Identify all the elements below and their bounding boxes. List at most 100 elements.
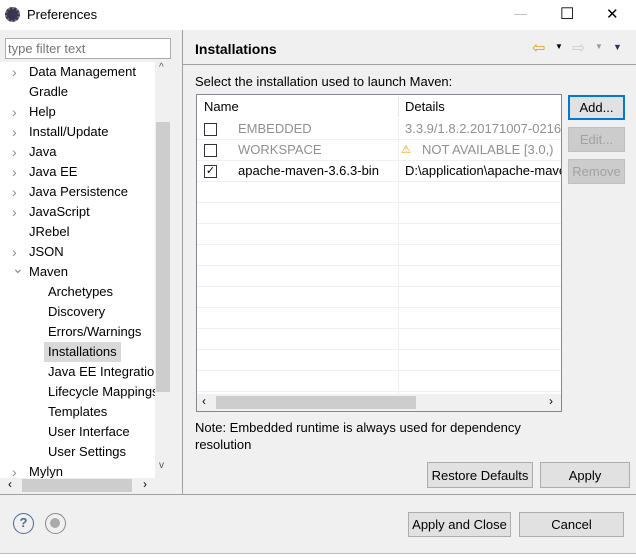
- chevron-right-icon[interactable]: ›: [12, 62, 17, 82]
- tree-item[interactable]: › Install/Update: [12, 122, 109, 142]
- warning-icon: ⚠: [401, 144, 411, 156]
- maximize-button[interactable]: ☐: [560, 4, 574, 24]
- embedded-note: Note: Embedded runtime is always used fo…: [195, 420, 521, 452]
- tree-item-label: Templates: [48, 404, 108, 419]
- tree-item[interactable]: Discovery: [48, 302, 105, 322]
- table-horizontal-scrollbar[interactable]: ‹ ›: [197, 394, 561, 411]
- scrollbar-thumb[interactable]: [156, 122, 170, 392]
- installation-details: 3.3.9/1.8.2.20171007-0216: [405, 121, 562, 136]
- oomph-record-icon[interactable]: [45, 513, 66, 534]
- forward-dropdown-icon[interactable]: ▼: [595, 42, 603, 51]
- tree-item-label: JSON: [29, 244, 64, 259]
- empty-row: [197, 245, 561, 266]
- forward-arrow-icon[interactable]: ⇨: [572, 38, 585, 58]
- tree-item[interactable]: Gradle: [29, 82, 68, 102]
- tree-item[interactable]: User Interface: [48, 422, 130, 442]
- window-title: Preferences: [27, 7, 98, 22]
- tree-item-label: Data Management: [29, 64, 136, 79]
- edit-button[interactable]: Edit...: [568, 127, 625, 152]
- minimize-button[interactable]: —: [514, 6, 527, 21]
- help-icon[interactable]: ?: [13, 513, 34, 534]
- close-button[interactable]: ✕: [606, 5, 619, 23]
- tree-vertical-scrollbar[interactable]: ^ v: [155, 62, 171, 478]
- tree-item-label: Errors/Warnings: [48, 324, 142, 339]
- tree-item-label: Java Persistence: [29, 184, 128, 199]
- tree-item[interactable]: › Data Management: [12, 62, 136, 82]
- row-checkbox[interactable]: [204, 123, 217, 136]
- chevron-right-icon[interactable]: ›: [12, 142, 17, 162]
- instruction-label: Select the installation used to launch M…: [195, 74, 453, 89]
- tree-item[interactable]: › Mylyn: [12, 462, 63, 478]
- tree-item[interactable]: › Help: [12, 102, 56, 122]
- tree-item-label: Java EE Integration: [48, 364, 155, 379]
- tree-horizontal-scrollbar[interactable]: ‹ ›: [0, 477, 171, 493]
- empty-row: [197, 308, 561, 329]
- tree-item-label: User Interface: [48, 424, 130, 439]
- tree-item[interactable]: Installations: [44, 342, 121, 362]
- installation-name: WORKSPACE: [238, 142, 322, 157]
- restore-defaults-button[interactable]: Restore Defaults: [427, 462, 533, 488]
- chevron-right-icon[interactable]: ›: [12, 162, 17, 182]
- tree-item[interactable]: Lifecycle Mappings: [48, 382, 155, 402]
- chevron-right-icon[interactable]: ›: [12, 202, 17, 222]
- apply-and-close-button[interactable]: Apply and Close: [408, 512, 511, 537]
- view-menu-icon[interactable]: ▼: [613, 42, 622, 52]
- header-separator: [183, 64, 636, 65]
- table-row[interactable]: ✓ apache-maven-3.6.3-bin D:\application\…: [197, 161, 561, 182]
- row-checkbox[interactable]: ✓: [204, 165, 217, 178]
- row-checkbox[interactable]: [204, 144, 217, 157]
- chevron-right-icon[interactable]: ›: [12, 102, 17, 122]
- empty-row: [197, 182, 561, 203]
- tree-item[interactable]: › JavaScript: [12, 202, 90, 222]
- tree-item[interactable]: › JSON: [12, 242, 64, 262]
- filter-input[interactable]: [5, 38, 171, 59]
- tree-item[interactable]: › Java: [12, 142, 56, 162]
- tree-item[interactable]: Java EE Integration: [48, 362, 155, 382]
- installation-details: D:\application\apache-maven: [405, 163, 562, 178]
- pane-divider[interactable]: [182, 30, 183, 494]
- cancel-button[interactable]: Cancel: [519, 512, 624, 537]
- tree-item-label: Help: [29, 104, 56, 119]
- tree-item[interactable]: User Settings: [48, 442, 126, 462]
- scrollbar-thumb[interactable]: [216, 396, 416, 409]
- table-row[interactable]: WORKSPACE ⚠ NOT AVAILABLE [3.0,): [197, 140, 561, 161]
- back-arrow-icon[interactable]: ⇦: [532, 38, 545, 58]
- tree-item[interactable]: Archetypes: [48, 282, 113, 302]
- tree-item-label: Java EE: [29, 164, 78, 179]
- chevron-right-icon[interactable]: ›: [12, 462, 17, 478]
- tree-item[interactable]: › Java Persistence: [12, 182, 128, 202]
- column-header-name[interactable]: Name: [204, 95, 239, 119]
- tree-item[interactable]: Errors/Warnings: [48, 322, 141, 342]
- installation-name: apache-maven-3.6.3-bin: [238, 163, 379, 178]
- chevron-right-icon[interactable]: ›: [12, 122, 17, 142]
- eclipse-gear-icon: [5, 7, 20, 22]
- tree-item-label: JavaScript: [29, 204, 90, 219]
- tree-item[interactable]: ⌄ Maven: [12, 260, 69, 282]
- empty-row: [197, 371, 561, 392]
- tree-item-label: Installations: [48, 344, 117, 359]
- chevron-right-icon[interactable]: ›: [12, 182, 17, 202]
- tree-item-label: Archetypes: [48, 284, 114, 299]
- empty-row: [197, 266, 561, 287]
- add-button[interactable]: Add...: [568, 95, 625, 120]
- tree-item-label: JRebel: [29, 224, 70, 239]
- tree-item-label: Maven: [29, 264, 69, 279]
- tree-item-label: Gradle: [29, 84, 69, 99]
- tree-item-label: Lifecycle Mappings: [48, 384, 155, 399]
- apply-button[interactable]: Apply: [540, 462, 630, 488]
- tree-item[interactable]: › Java EE: [12, 162, 78, 182]
- empty-row: [197, 287, 561, 308]
- tree-item[interactable]: JRebel: [29, 222, 69, 242]
- table-row[interactable]: EMBEDDED 3.3.9/1.8.2.20171007-0216: [197, 119, 561, 140]
- empty-row: [197, 329, 561, 350]
- empty-row: [197, 224, 561, 245]
- tree-item-label: Mylyn: [29, 464, 63, 478]
- empty-row: [197, 203, 561, 224]
- table-header: Name Details: [197, 95, 561, 119]
- tree-item-label: Discovery: [48, 304, 106, 319]
- tree-item[interactable]: Templates: [48, 402, 107, 422]
- chevron-down-icon[interactable]: ⌄: [12, 258, 24, 278]
- remove-button[interactable]: Remove: [568, 159, 625, 184]
- back-dropdown-icon[interactable]: ▼: [555, 42, 563, 51]
- column-header-details[interactable]: Details: [405, 95, 445, 119]
